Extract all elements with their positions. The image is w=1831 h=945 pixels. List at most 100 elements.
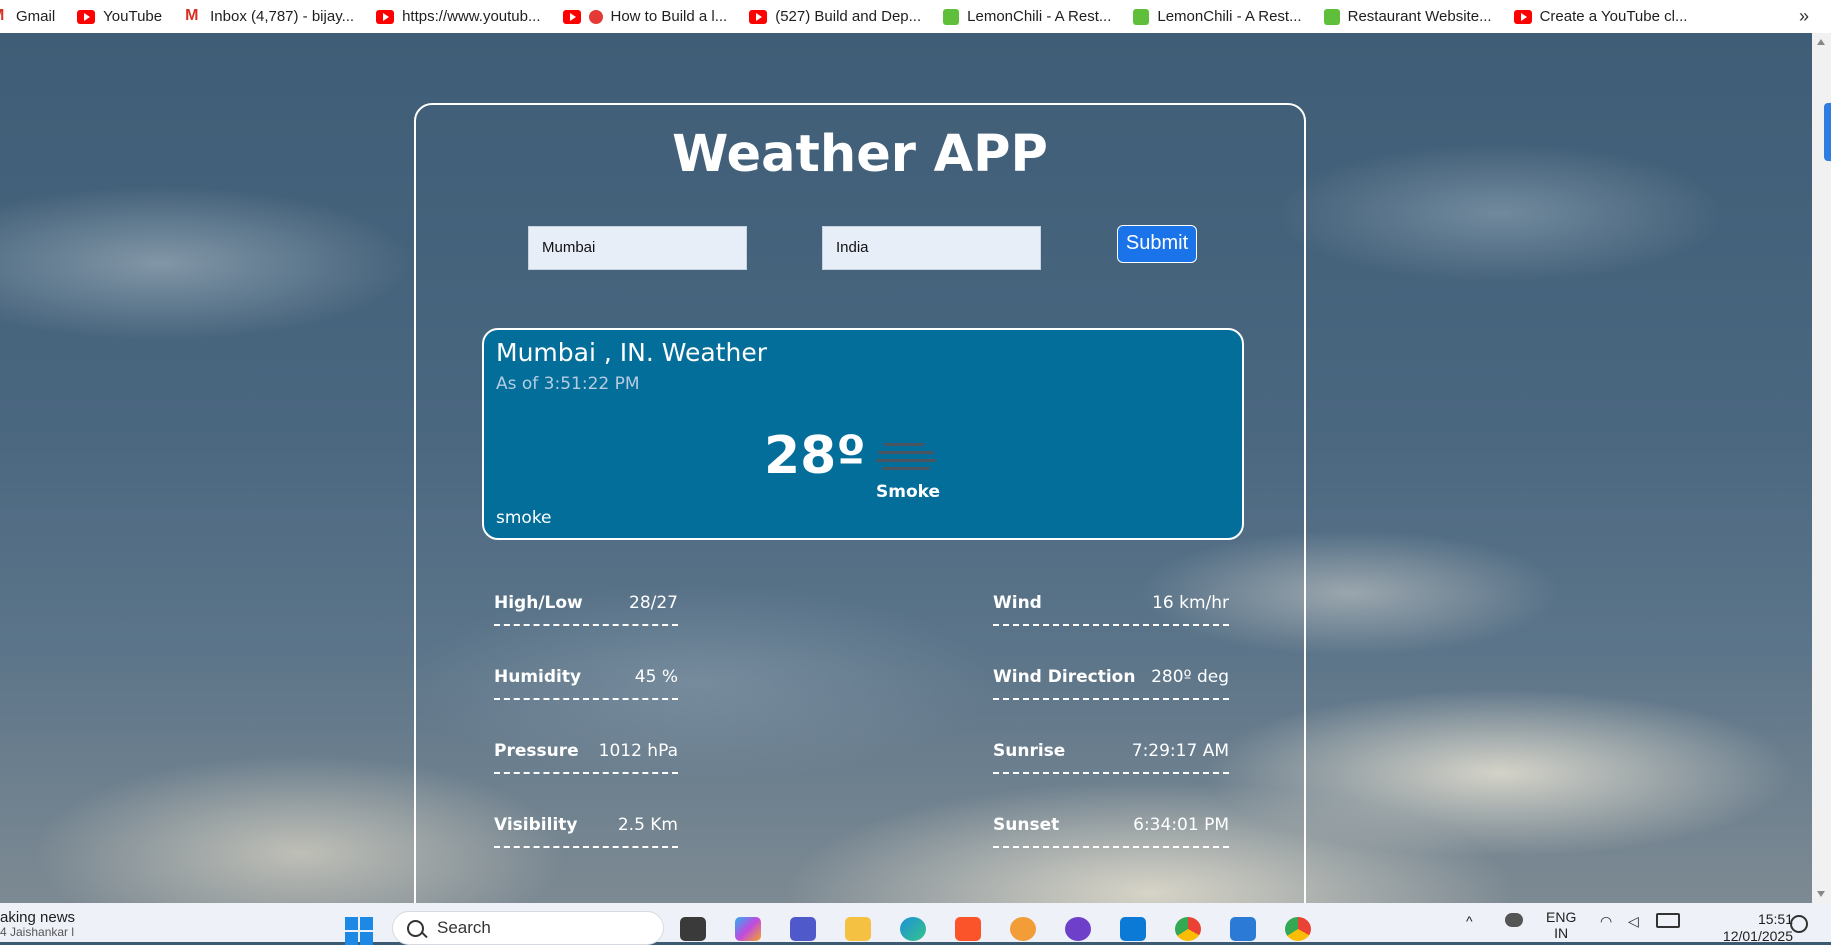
news-title: aking news bbox=[0, 909, 76, 926]
region-label: IN bbox=[1554, 925, 1569, 941]
lemonchili-icon bbox=[1323, 8, 1340, 25]
temperature: 28º bbox=[764, 426, 866, 486]
details-left: High/Low 28/27 Humidity 45 % Pressure 10… bbox=[494, 593, 678, 889]
battery-icon[interactable] bbox=[1656, 913, 1680, 928]
detail-row-visibility: Visibility 2.5 Km bbox=[494, 815, 678, 889]
bookmarks-bar: Gmail YouTube Inbox (4,787) - bijay... h… bbox=[0, 0, 1831, 33]
page-background: Weather APP Mumbai India Submit Mumbai ,… bbox=[0, 33, 1812, 903]
youtube-icon bbox=[749, 9, 768, 24]
wifi-icon[interactable]: ◠ bbox=[1600, 913, 1612, 930]
news-widget[interactable]: aking news 4 Jaishankar l bbox=[0, 909, 76, 939]
divider bbox=[993, 772, 1229, 774]
lemonchili-icon bbox=[1133, 8, 1150, 25]
detail-value: 2.5 Km bbox=[617, 815, 678, 835]
detail-label: Humidity bbox=[494, 667, 582, 687]
detail-row-wind-direction: Wind Direction 280º deg bbox=[993, 667, 1229, 741]
taskbar-search[interactable]: Search bbox=[392, 911, 664, 945]
volume-icon[interactable]: ◁ bbox=[1628, 913, 1639, 930]
detail-value: 1012 hPa bbox=[598, 741, 678, 761]
detail-label: Sunrise bbox=[993, 741, 1066, 761]
bookmark-build-deploy[interactable]: (527) Build and Dep... bbox=[739, 0, 933, 33]
vscode-icon[interactable] bbox=[1120, 917, 1146, 941]
onedrive-icon[interactable] bbox=[1505, 913, 1523, 927]
divider bbox=[993, 624, 1229, 626]
bookmark-lemonchili-2[interactable]: LemonChili - A Rest... bbox=[1123, 0, 1313, 33]
detail-value: 16 km/hr bbox=[1152, 593, 1229, 613]
bookmark-lemonchili-1[interactable]: LemonChili - A Rest... bbox=[933, 0, 1123, 33]
notification-bell-icon[interactable] bbox=[1790, 915, 1808, 933]
file-explorer-icon[interactable] bbox=[845, 917, 871, 941]
bookmark-youtube-clone[interactable]: Create a YouTube cl... bbox=[1504, 0, 1700, 33]
as-of-time: As of 3:51:22 PM bbox=[496, 374, 640, 394]
gmail-icon bbox=[0, 7, 8, 25]
detail-label: High/Low bbox=[494, 593, 583, 613]
windows-start-icon[interactable] bbox=[345, 917, 373, 945]
copilot-icon[interactable] bbox=[735, 917, 761, 941]
language-indicator[interactable]: ENG IN bbox=[1546, 909, 1576, 941]
bookmark-label: How to Build a l... bbox=[610, 8, 728, 25]
divider bbox=[494, 698, 678, 700]
chevron-up-icon[interactable]: ^ bbox=[1466, 913, 1473, 929]
details-right: Wind 16 km/hr Wind Direction 280º deg Su… bbox=[993, 593, 1229, 889]
scroll-up-icon[interactable] bbox=[1817, 39, 1825, 45]
location-heading: Mumbai , IN. Weather bbox=[496, 338, 767, 367]
clock-time: 15:51 bbox=[1757, 911, 1793, 927]
divider bbox=[993, 846, 1229, 848]
github-desktop-icon[interactable] bbox=[1065, 917, 1091, 941]
condition-label: Smoke bbox=[876, 482, 941, 502]
task-view-icon[interactable] bbox=[680, 917, 706, 941]
edge-icon[interactable] bbox=[900, 917, 926, 941]
brave-icon[interactable] bbox=[955, 917, 981, 941]
browser-icon[interactable] bbox=[1010, 917, 1036, 941]
bookmark-gmail[interactable]: Gmail bbox=[0, 0, 67, 33]
bookmark-label: LemonChili - A Rest... bbox=[1157, 8, 1302, 25]
scroll-down-icon[interactable] bbox=[1817, 891, 1825, 897]
detail-label: Wind bbox=[993, 593, 1042, 613]
bookmark-youtube-link[interactable]: https://www.youtub... bbox=[366, 0, 552, 33]
bookmark-label: https://www.youtub... bbox=[402, 8, 541, 25]
youtube-icon bbox=[77, 9, 96, 24]
lemonchili-icon bbox=[943, 8, 960, 25]
bookmark-label: Inbox (4,787) - bijay... bbox=[210, 8, 355, 25]
bookmark-restaurant[interactable]: Restaurant Website... bbox=[1314, 0, 1504, 33]
gmail-icon bbox=[184, 7, 202, 25]
smoke-icon bbox=[876, 438, 938, 476]
bookmark-label: LemonChili - A Rest... bbox=[967, 8, 1112, 25]
weather-app-card: Weather APP Mumbai India Submit Mumbai ,… bbox=[414, 103, 1306, 903]
divider bbox=[494, 624, 678, 626]
bookmark-label: Restaurant Website... bbox=[1347, 8, 1492, 25]
bookmark-label: (527) Build and Dep... bbox=[775, 8, 922, 25]
chrome-profile-icon[interactable] bbox=[1285, 917, 1311, 941]
teams-icon[interactable] bbox=[790, 917, 816, 941]
bookmark-inbox[interactable]: Inbox (4,787) - bijay... bbox=[174, 0, 366, 33]
detail-value: 6:34:01 PM bbox=[1133, 815, 1229, 835]
photos-icon[interactable] bbox=[1230, 917, 1256, 941]
clock-date: 12/01/2025 bbox=[1722, 928, 1793, 944]
chrome-icon[interactable] bbox=[1175, 917, 1201, 941]
detail-label: Sunset bbox=[993, 815, 1060, 835]
windows-taskbar: aking news 4 Jaishankar l Search ^ ENG I… bbox=[0, 903, 1831, 945]
current-weather-panel: Mumbai , IN. Weather As of 3:51:22 PM 28… bbox=[482, 328, 1244, 540]
detail-label: Wind Direction bbox=[993, 667, 1136, 687]
detail-label: Visibility bbox=[494, 815, 578, 835]
detail-value: 280º deg bbox=[1151, 667, 1229, 687]
divider bbox=[993, 698, 1229, 700]
detail-row-pressure: Pressure 1012 hPa bbox=[494, 741, 678, 815]
scroll-thumb[interactable] bbox=[1824, 103, 1831, 161]
news-subtitle: 4 Jaishankar l bbox=[0, 925, 75, 939]
app-title: Weather APP bbox=[672, 125, 1048, 184]
city-input[interactable]: Mumbai bbox=[528, 226, 747, 270]
divider bbox=[494, 772, 678, 774]
bookmark-label: Gmail bbox=[16, 8, 56, 25]
detail-row-wind: Wind 16 km/hr bbox=[993, 593, 1229, 667]
detail-row-high-low: High/Low 28/27 bbox=[494, 593, 678, 667]
system-clock[interactable]: 15:51 12/01/2025 bbox=[1723, 911, 1793, 945]
bookmark-how-to-build[interactable]: How to Build a l... bbox=[553, 0, 740, 33]
country-input[interactable]: India bbox=[822, 226, 1041, 270]
bookmark-youtube[interactable]: YouTube bbox=[67, 0, 174, 33]
chevron-double-right-icon[interactable]: » bbox=[1799, 6, 1809, 27]
language-label: ENG bbox=[1546, 909, 1577, 925]
submit-button[interactable]: Submit bbox=[1117, 225, 1197, 263]
detail-row-humidity: Humidity 45 % bbox=[494, 667, 678, 741]
vertical-scrollbar[interactable] bbox=[1812, 33, 1831, 903]
